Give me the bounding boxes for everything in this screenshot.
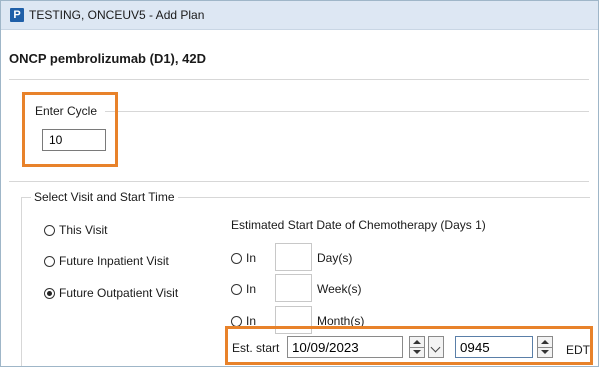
radio-selected-icon[interactable] xyxy=(44,287,55,299)
weeks-input[interactable] xyxy=(275,274,312,302)
days-unit-label: Day(s) xyxy=(317,251,353,265)
radio-this-visit[interactable]: This Visit xyxy=(44,223,107,237)
radio-label: This Visit xyxy=(59,223,108,237)
weeks-unit-label: Week(s) xyxy=(317,282,362,296)
radio-in-weeks[interactable]: In xyxy=(231,282,256,296)
estimated-start-heading: Estimated Start Date of Chemotherapy (Da… xyxy=(231,218,486,232)
radio-icon[interactable] xyxy=(44,255,55,267)
radio-label: In xyxy=(246,282,257,296)
radio-future-outpatient[interactable]: Future Outpatient Visit xyxy=(44,286,178,300)
title-bar: P TESTING, ONCEUV5 - Add Plan xyxy=(1,1,598,30)
radio-icon[interactable] xyxy=(231,315,242,327)
window-title: TESTING, ONCEUV5 - Add Plan xyxy=(29,8,205,22)
days-input[interactable] xyxy=(275,243,312,271)
select-visit-label: Select Visit and Start Time xyxy=(31,190,178,204)
radio-label: In xyxy=(246,251,257,265)
radio-icon[interactable] xyxy=(231,283,242,295)
radio-label: Future Outpatient Visit xyxy=(59,286,179,300)
radio-label: Future Inpatient Visit xyxy=(59,254,169,268)
plan-name: ONCP pembrolizumab (D1), 42D xyxy=(9,51,206,66)
radio-icon[interactable] xyxy=(44,224,55,236)
est-start-highlight-box xyxy=(225,326,593,365)
divider xyxy=(9,181,589,182)
radio-icon[interactable] xyxy=(231,252,242,264)
radio-in-days[interactable]: In xyxy=(231,251,256,265)
cycle-highlight-box xyxy=(22,92,118,167)
app-logo-icon: P xyxy=(10,8,24,22)
divider xyxy=(9,79,589,80)
radio-future-inpatient[interactable]: Future Inpatient Visit xyxy=(44,254,169,268)
cycle-group-border xyxy=(105,111,589,112)
